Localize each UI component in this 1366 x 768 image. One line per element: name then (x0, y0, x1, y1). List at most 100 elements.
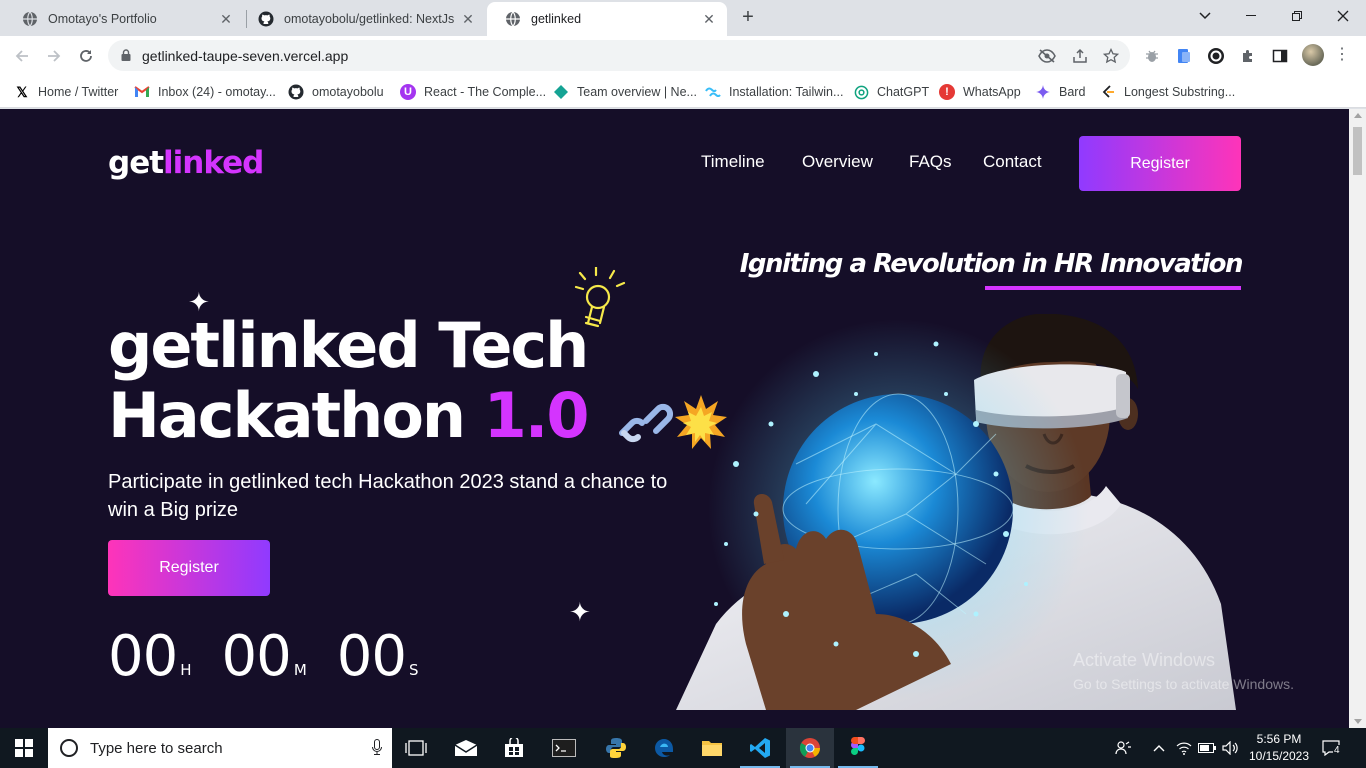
chain-link-icon (619, 403, 674, 443)
back-button[interactable] (8, 42, 36, 70)
hero-subtitle: Participate in getlinked tech Hackathon … (108, 471, 668, 521)
bookmark-react[interactable]: U React - The Comple... (400, 82, 546, 102)
tab-title: omotayobolu/getlinked: NextJs (284, 12, 455, 26)
site-logo[interactable]: getlinked (108, 145, 264, 181)
more-menu-icon[interactable]: ⋮ (1334, 45, 1350, 65)
edge-icon[interactable] (640, 728, 688, 768)
bookmark-gmail[interactable]: Inbox (24) - omotay... (134, 82, 276, 102)
tab-title: getlinked (531, 12, 582, 26)
countdown-seconds-unit: S (409, 661, 419, 679)
minimize-button[interactable] (1228, 0, 1274, 32)
gmail-icon (134, 84, 150, 100)
bookmark-label: Home / Twitter (38, 85, 119, 99)
close-icon[interactable]: ✕ (701, 11, 717, 27)
bookmark-bard[interactable]: Bard (1035, 82, 1085, 102)
star-icon[interactable] (1102, 47, 1120, 65)
nav-contact[interactable]: Contact (983, 152, 1042, 172)
sync-circle-icon[interactable] (1206, 46, 1226, 66)
volume-icon[interactable] (1219, 728, 1241, 768)
hero-title-line1: getlinked Tech (108, 309, 589, 382)
bookmark-chatgpt[interactable]: ChatGPT (853, 82, 929, 102)
tab-strip: Omotayo's Portfolio ✕ omotayobolu/getlin… (0, 0, 1366, 36)
nav-timeline[interactable]: Timeline (701, 152, 765, 172)
mail-icon[interactable] (442, 728, 490, 768)
terminal-icon[interactable] (540, 728, 588, 768)
wifi-icon[interactable] (1173, 728, 1195, 768)
bookmark-label: Longest Substring... (1124, 85, 1236, 99)
bookmark-tailwind[interactable]: Installation: Tailwin... (705, 82, 843, 102)
puzzle-icon[interactable] (1238, 46, 1258, 66)
netlify-icon (553, 84, 569, 100)
github-icon (288, 84, 304, 100)
clock-time: 5:56 PM (1256, 732, 1302, 746)
eye-slash-icon[interactable] (1038, 47, 1056, 65)
bookmark-whatsapp[interactable]: ! WhatsApp (939, 82, 1021, 102)
close-icon[interactable]: ✕ (460, 11, 476, 27)
register-button-hero[interactable]: Register (108, 540, 270, 596)
close-window-button[interactable] (1320, 0, 1366, 32)
bookmark-label: ChatGPT (877, 85, 930, 99)
reload-icon (80, 50, 92, 62)
countdown-timer: 00 H 00 M 00 S (108, 624, 449, 689)
nav-overview[interactable]: Overview (802, 152, 873, 172)
system-clock[interactable]: 5:56 PM 10/15/2023 (1244, 731, 1314, 765)
scroll-up-arrow[interactable] (1354, 113, 1362, 118)
bookmark-label: Inbox (24) - omotay... (158, 85, 276, 99)
vscode-icon[interactable] (736, 728, 784, 768)
profile-avatar[interactable] (1302, 44, 1324, 66)
hero-title-word: Hackathon (108, 379, 466, 452)
new-tab-button[interactable]: + (737, 6, 759, 28)
windows-activation-title: Activate Windows (1073, 650, 1216, 670)
reload-button[interactable] (72, 42, 100, 70)
extension-doc-icon[interactable] (1174, 46, 1194, 66)
tab-getlinked[interactable]: getlinked ✕ (487, 2, 727, 36)
side-panel-icon[interactable] (1270, 46, 1290, 66)
bookmarks-bar: 𝕏 Home / Twitter Inbox (24) - omotay... … (0, 76, 1366, 108)
share-icon[interactable] (1071, 47, 1089, 65)
people-icon[interactable] (1110, 728, 1136, 768)
store-icon[interactable] (490, 728, 538, 768)
scroll-down-arrow[interactable] (1354, 719, 1362, 724)
page-scrollbar[interactable] (1349, 109, 1366, 728)
bookmark-leetcode[interactable]: Longest Substring... (1100, 82, 1235, 102)
bard-icon (1035, 84, 1051, 100)
globe-icon (23, 11, 37, 27)
bookmark-twitter[interactable]: 𝕏 Home / Twitter (14, 82, 118, 102)
countdown-hours-unit: H (180, 661, 192, 679)
bookmark-team[interactable]: Team overview | Ne... (553, 82, 697, 102)
notification-center-icon[interactable]: 4 (1322, 738, 1344, 758)
chevron-up-icon[interactable] (1148, 728, 1170, 768)
tab-title: Omotayo's Portfolio (48, 12, 157, 26)
browser-toolbar: getlinked-taupe-seven.vercel.app ⋮ (0, 36, 1366, 76)
tab-portfolio[interactable]: Omotayo's Portfolio ✕ (4, 2, 244, 36)
bug-icon[interactable] (1142, 46, 1162, 66)
taskbar-search[interactable]: Type here to search (48, 728, 392, 768)
figma-icon[interactable] (834, 728, 882, 768)
tagline-underline (985, 286, 1241, 290)
countdown-hours: 00 (108, 624, 178, 689)
register-button-header[interactable]: Register (1079, 136, 1241, 191)
restore-button[interactable] (1274, 0, 1320, 32)
windows-activation-subtitle: Go to Settings to activate Windows. (1073, 676, 1294, 692)
bookmark-github[interactable]: omotayobolu (288, 82, 384, 102)
file-explorer-icon[interactable] (688, 728, 736, 768)
bookmark-label: Installation: Tailwin... (729, 85, 844, 99)
task-view-icon[interactable] (392, 728, 440, 768)
tab-github[interactable]: omotayobolu/getlinked: NextJs ✕ (240, 2, 486, 36)
scrollbar-thumb[interactable] (1353, 127, 1362, 175)
address-bar[interactable]: getlinked-taupe-seven.vercel.app (108, 40, 1130, 71)
chrome-icon[interactable] (786, 728, 834, 768)
close-icon[interactable]: ✕ (218, 11, 234, 27)
battery-icon[interactable] (1196, 728, 1218, 768)
hero-title: getlinked Tech Hackathon 1.0 (108, 309, 589, 452)
tab-search-icon[interactable] (1182, 0, 1228, 32)
search-placeholder: Type here to search (90, 739, 223, 757)
python-icon[interactable] (592, 728, 640, 768)
arrow-right-icon (48, 50, 61, 62)
bookmark-label: Bard (1059, 85, 1086, 99)
forward-button[interactable] (40, 42, 68, 70)
start-button[interactable] (0, 728, 48, 768)
nav-faqs[interactable]: FAQs (909, 152, 952, 172)
microphone-icon[interactable] (362, 738, 392, 758)
logo-part-linked: linked (163, 145, 264, 181)
